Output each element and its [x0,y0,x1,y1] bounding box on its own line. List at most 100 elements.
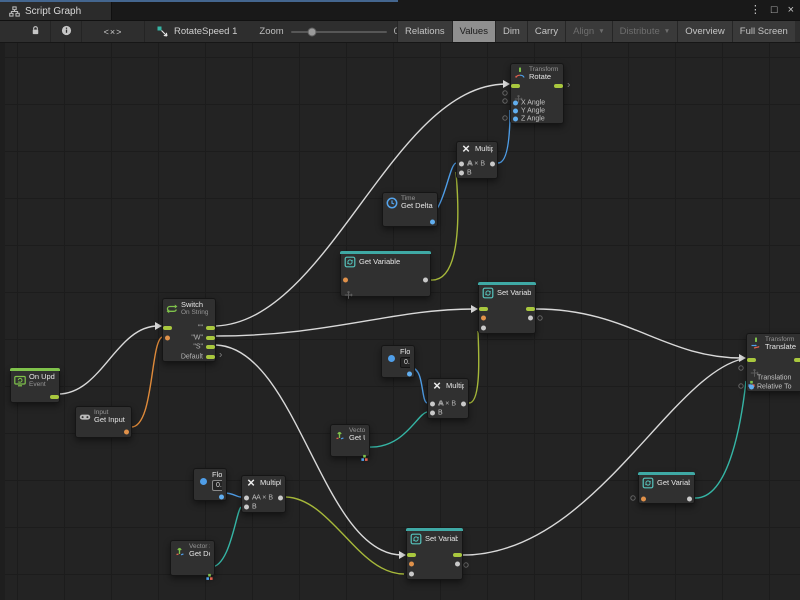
value-port[interactable] [430,219,435,224]
connection-wire[interactable] [695,381,746,498]
value-port[interactable] [513,117,518,122]
value-port[interactable] [165,335,170,340]
node-multiply-3[interactable]: ×MultiplyAA × BB [241,475,286,513]
flow-port[interactable] [479,307,488,311]
self-transform-icon[interactable] [750,364,759,373]
node-on-update-event[interactable]: On UpdateEvent [10,368,60,403]
vector3-port[interactable] [361,449,368,456]
toolbar-button-overview[interactable]: Overview [677,21,732,42]
code-preview-button[interactable]: <×> [82,21,145,42]
value-port[interactable] [749,384,754,389]
value-port[interactable] [490,161,495,166]
connection-wire[interactable] [58,326,158,394]
value-port[interactable] [528,316,533,321]
value-port[interactable] [244,495,249,500]
node-set-variable-2[interactable]: Set Variable [406,528,463,580]
self-transform-icon[interactable] [514,90,523,99]
node-float-2[interactable]: Float0.01 [193,468,227,501]
value-port[interactable] [459,171,464,176]
flow-port[interactable] [206,336,215,340]
connection-wire[interactable] [216,309,474,336]
connection-wire[interactable] [286,497,404,574]
node-get-variable-1[interactable]: Get Variable [340,251,431,297]
value-port[interactable] [455,562,460,567]
connection-wire[interactable] [368,412,427,447]
flow-port[interactable] [206,355,215,359]
flow-port[interactable] [206,345,215,349]
close-icon[interactable]: × [788,3,794,17]
inline-value-input[interactable]: 0.01 [212,480,222,491]
value-port[interactable] [244,505,249,510]
node-vector3-get-down[interactable]: Vector 3Get Down [170,540,215,576]
value-port[interactable] [219,494,224,499]
toolbar-button-distribute[interactable]: Distribute▼ [612,21,678,42]
node-switch-on-string[interactable]: SwitchOn String"""W""S"Default [162,298,216,362]
toolbar-button-dim[interactable]: Dim [495,21,527,42]
toolbar-button-relations[interactable]: Relations [397,21,452,42]
flow-port[interactable] [163,326,172,330]
node-vector3-get-up[interactable]: Vector 3Get Up [330,424,370,457]
flow-port[interactable] [407,553,416,557]
graph-selector[interactable]: RotateSpeed 1 [157,21,237,42]
value-port[interactable] [423,278,428,283]
value-port[interactable] [430,411,435,416]
inline-value-input[interactable]: 0.01 [400,357,410,368]
value-port[interactable] [481,316,486,321]
zoom-slider-handle[interactable] [307,27,316,36]
vector3-port[interactable] [748,374,755,381]
value-port[interactable] [124,430,129,435]
info-button[interactable] [51,21,82,42]
node-transform-rotate[interactable]: TransformRotateX AngleY AngleZ Angle [510,63,564,124]
lock-button[interactable] [20,21,51,42]
maximize-icon[interactable]: □ [771,3,778,17]
flow-port[interactable] [511,84,520,88]
unconnected-port-indicator[interactable] [503,116,507,120]
value-port[interactable] [513,101,518,106]
zoom-slider-track[interactable] [291,31,387,33]
unconnected-port-indicator[interactable] [739,366,743,370]
toolbar-button-carry[interactable]: Carry [527,21,565,42]
value-port[interactable] [409,571,414,576]
connection-wire[interactable] [536,309,742,358]
node-get-variable-2[interactable]: Get Variable [638,472,695,504]
connection-wire[interactable] [469,331,479,403]
node-multiply-1[interactable]: ×MultiplyAA × BB [456,141,498,179]
tab-script-graph[interactable]: Script Graph [0,2,112,20]
connection-wire[interactable] [463,359,742,555]
unconnected-port-indicator[interactable] [631,496,635,500]
unconnected-port-indicator[interactable] [464,563,468,567]
connection-wire[interactable] [130,337,162,427]
toolbar-button-values[interactable]: Values [452,21,495,42]
toolbar-button-align[interactable]: Align▼ [565,21,612,42]
node-float-1[interactable]: Float0.01 [381,345,415,378]
self-transform-icon[interactable] [344,286,353,295]
flow-port[interactable] [50,395,59,399]
more-icon[interactable]: ⋮ [750,3,761,17]
vector3-port[interactable] [206,568,213,575]
value-port[interactable] [687,496,692,501]
toolbar-button-full-screen[interactable]: Full Screen [732,21,795,42]
unconnected-port-indicator[interactable] [503,99,507,103]
flow-port[interactable] [794,358,800,362]
graph-canvas[interactable]: ›› On UpdateEventInputGet Input StringSw… [0,43,800,600]
connection-wire[interactable] [216,345,402,555]
unconnected-port-indicator[interactable] [739,384,743,388]
value-port[interactable] [641,496,646,501]
unconnected-port-indicator[interactable] [503,91,507,95]
value-port[interactable] [278,495,283,500]
value-port[interactable] [459,161,464,166]
node-transform-translate[interactable]: TransformTranslateTranslationRelative To [746,333,800,392]
flow-port[interactable] [206,326,215,330]
value-port[interactable] [343,278,348,283]
value-port[interactable] [481,325,486,330]
value-port[interactable] [461,401,466,406]
value-port[interactable] [430,401,435,406]
value-port[interactable] [513,109,518,114]
flow-port[interactable] [747,358,756,362]
flow-port[interactable] [526,307,535,311]
node-set-variable-1[interactable]: Set Variable [478,282,536,334]
node-get-delta-time[interactable]: TimeGet Delta Time [382,192,438,227]
flow-port[interactable] [554,84,563,88]
value-port[interactable] [409,562,414,567]
value-port[interactable] [407,371,412,376]
